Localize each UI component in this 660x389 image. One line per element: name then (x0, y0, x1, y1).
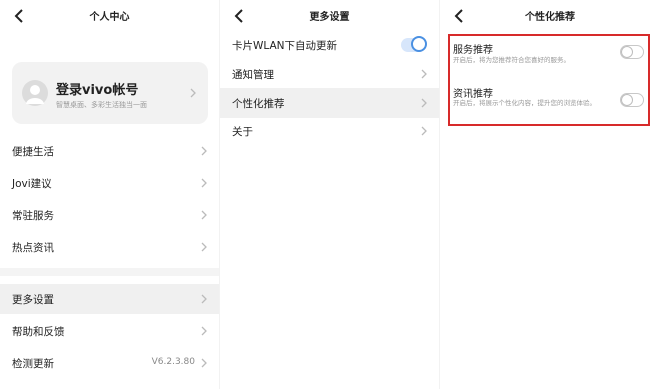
section-divider (0, 268, 219, 276)
service-recommendation-desc: 开启后，将为您推荐符合您喜好的服务。 (453, 56, 570, 64)
chevron-right-icon (421, 69, 427, 79)
personalized-recommendation-screen: 个性化推荐 服务推荐 开启后，将为您推荐符合您喜好的服务。 资讯推荐 开启后，将… (440, 0, 660, 389)
news-recommendation-title: 资讯推荐 (453, 89, 493, 100)
menu-item-convenient-life[interactable]: 便捷生活 (0, 136, 219, 166)
menu-item-jovi-suggestions[interactable]: Jovi建议 (0, 168, 219, 198)
more-settings-screen: 更多设置 卡片WLAN下自动更新 通知管理 个性化推荐 关于 (220, 0, 439, 389)
menu-item-resident-services[interactable]: 常驻服务 (0, 200, 219, 230)
toggle-knob (621, 46, 633, 58)
news-recommendation-toggle[interactable] (620, 93, 644, 107)
chevron-right-icon (201, 358, 207, 368)
menu-item-help-feedback[interactable]: 帮助和反馈 (0, 316, 219, 346)
service-recommendation-title: 服务推荐 (453, 45, 493, 56)
user-avatar-icon (22, 80, 48, 106)
chevron-right-icon (421, 98, 427, 108)
wlan-auto-update-toggle[interactable] (401, 36, 427, 52)
toggle-knob (411, 36, 427, 52)
login-title: 登录vivo帐号 (56, 83, 139, 98)
menu-item-label: 热点资讯 (12, 242, 54, 254)
page-title: 个性化推荐 (525, 12, 575, 23)
header: 个性化推荐 (440, 0, 660, 32)
menu-item-label: 个性化推荐 (232, 98, 285, 110)
chevron-right-icon (201, 178, 207, 188)
version-number: V6.2.3.80 (151, 357, 195, 367)
chevron-right-icon (201, 242, 207, 252)
news-recommendation-desc: 开启后，将展示个性化内容，提升您的浏览体验。 (453, 99, 596, 107)
personal-center-screen: 个人中心 登录vivo帐号 智慧桌面、多彩生活独当一面 便捷生活 Jovi建议 … (0, 0, 219, 389)
screenshot-collage: 个人中心 登录vivo帐号 智慧桌面、多彩生活独当一面 便捷生活 Jovi建议 … (0, 0, 660, 389)
login-subtitle: 智慧桌面、多彩生活独当一面 (56, 101, 147, 109)
page-title: 个人中心 (89, 12, 130, 23)
setting-label: 卡片WLAN下自动更新 (232, 40, 338, 52)
login-card[interactable]: 登录vivo帐号 智慧桌面、多彩生活独当一面 (12, 62, 208, 124)
chevron-right-icon (421, 126, 427, 136)
menu-item-notification-management[interactable]: 通知管理 (220, 59, 439, 89)
menu-item-label: Jovi建议 (12, 178, 52, 190)
header: 个人中心 (0, 0, 219, 32)
service-recommendation-toggle[interactable] (620, 45, 644, 59)
chevron-right-icon (201, 210, 207, 220)
menu-item-check-update[interactable]: 检测更新 V6.2.3.80 (0, 348, 219, 378)
menu-item-label: 便捷生活 (12, 146, 54, 158)
chevron-right-icon (201, 294, 207, 304)
chevron-right-icon (190, 88, 196, 98)
chevron-right-icon (201, 146, 207, 156)
menu-item-label: 关于 (232, 126, 253, 138)
chevron-right-icon (201, 326, 207, 336)
toggle-knob (621, 94, 633, 106)
menu-item-label: 常驻服务 (12, 210, 54, 222)
menu-item-about[interactable]: 关于 (220, 116, 439, 146)
header: 更多设置 (220, 0, 439, 32)
menu-item-label: 检测更新 (12, 358, 54, 370)
menu-item-more-settings[interactable]: 更多设置 (0, 284, 219, 314)
page-title: 更多设置 (309, 12, 350, 23)
menu-item-hot-news[interactable]: 热点资讯 (0, 232, 219, 262)
menu-item-label: 帮助和反馈 (12, 326, 65, 338)
setting-wlan-auto-update: 卡片WLAN下自动更新 (220, 30, 439, 60)
menu-item-personalized-recommendation[interactable]: 个性化推荐 (220, 88, 439, 118)
menu-item-label: 更多设置 (12, 294, 54, 306)
menu-item-label: 通知管理 (232, 69, 274, 81)
